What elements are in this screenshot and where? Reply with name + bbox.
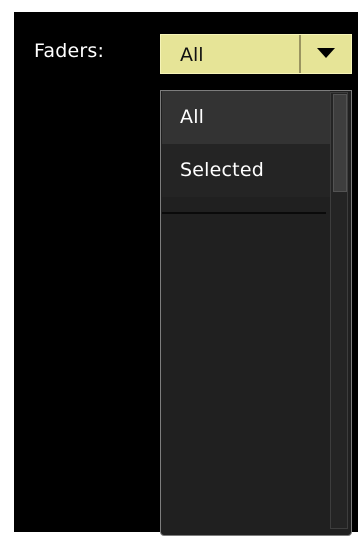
scrollbar-thumb[interactable] (333, 94, 347, 192)
faders-label: Faders: (34, 40, 105, 62)
faders-select[interactable]: All (160, 34, 352, 74)
list-divider (162, 212, 326, 214)
dropdown-options: All Selected (162, 91, 330, 197)
dropdown-toggle-button[interactable] (301, 35, 351, 73)
option-label: All (180, 106, 205, 128)
caret-down-icon (317, 48, 335, 58)
option-selected[interactable]: Selected (162, 144, 330, 197)
option-label: Selected (180, 159, 264, 181)
faders-select-value: All (180, 44, 204, 66)
option-all[interactable]: All (162, 91, 330, 144)
fader-filter-panel: Faders: All All Selected (14, 12, 358, 536)
faders-dropdown-list[interactable]: All Selected (160, 90, 352, 536)
